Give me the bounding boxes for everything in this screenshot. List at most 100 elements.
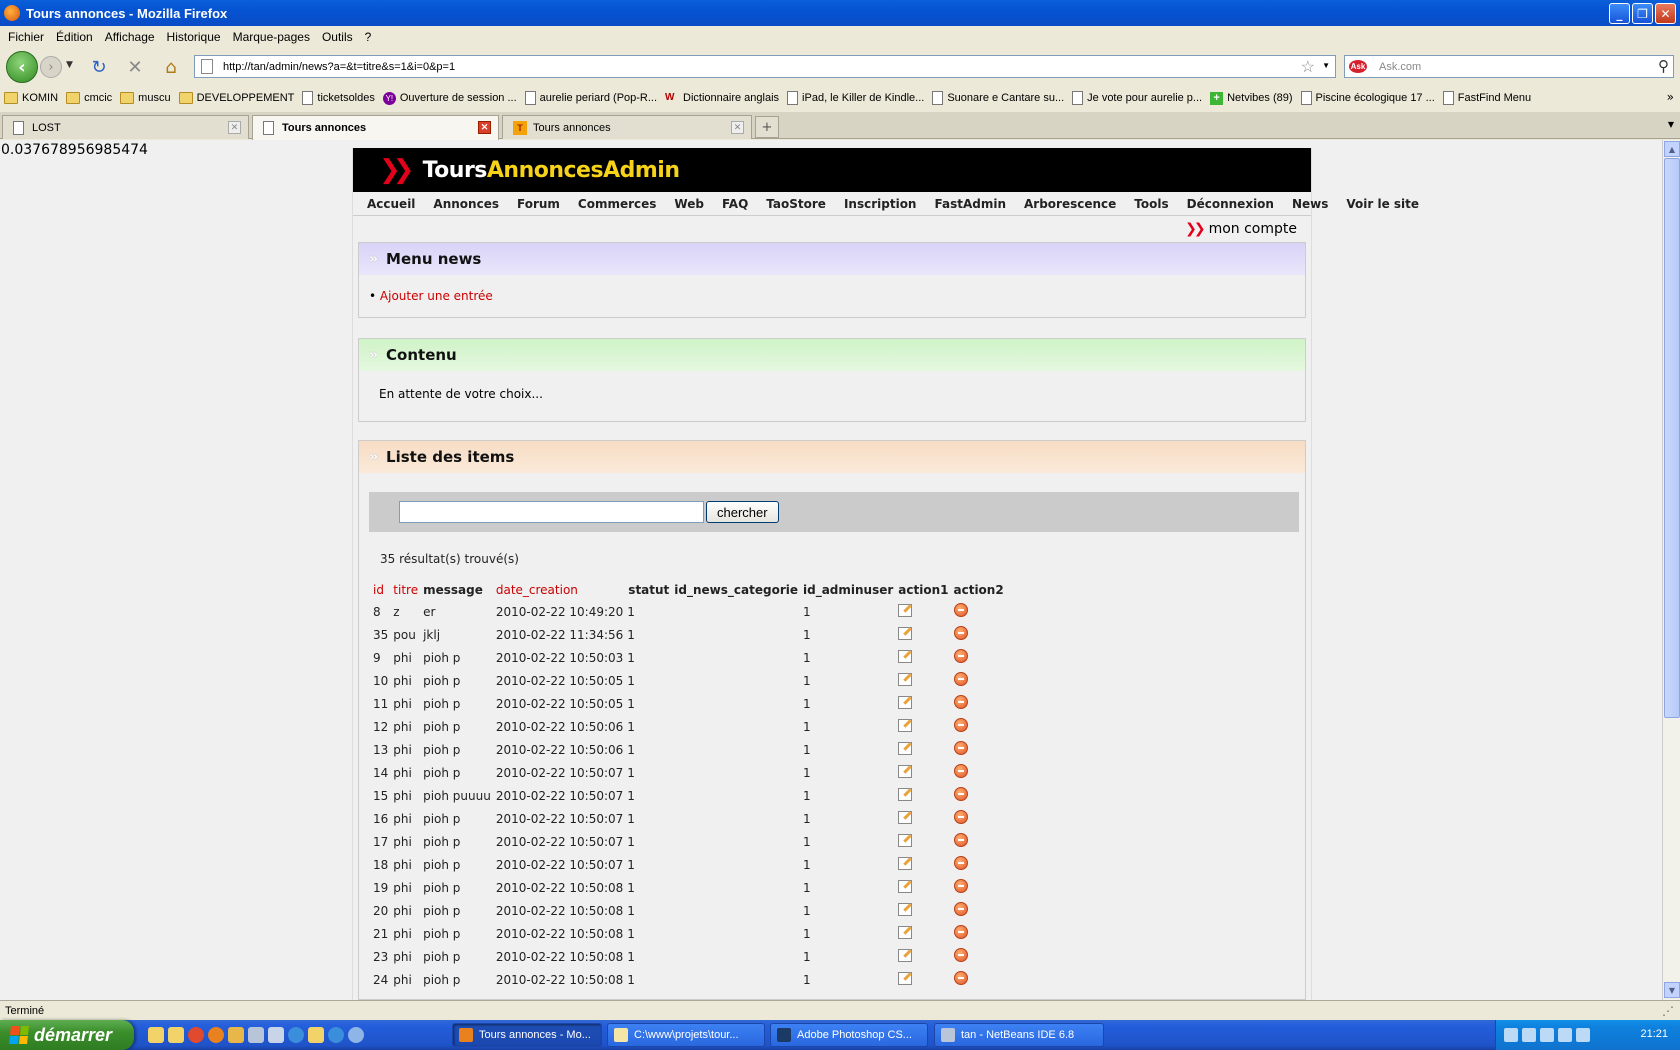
column-header-date-creation[interactable]: date_creation xyxy=(495,580,627,600)
bookmark-item[interactable]: W Dictionnaire anglais xyxy=(665,92,779,105)
edit-icon[interactable] xyxy=(898,902,913,916)
minimize-button[interactable]: _ xyxy=(1609,3,1630,24)
nav-item-annonces[interactable]: Annonces xyxy=(433,197,499,211)
search-button[interactable]: chercher xyxy=(706,501,779,523)
edit-icon[interactable] xyxy=(898,764,913,778)
delete-icon[interactable] xyxy=(953,741,968,755)
folder-icon[interactable] xyxy=(308,1027,324,1043)
close-tab-icon[interactable]: ✕ xyxy=(228,121,241,134)
search-icon[interactable]: ⚲ xyxy=(1658,57,1669,75)
url-bar[interactable]: http://tan/admin/news?a=&t=titre&s=1&i=0… xyxy=(194,55,1336,78)
forward-button[interactable]: › xyxy=(40,56,62,78)
nav-item-web[interactable]: Web xyxy=(674,197,704,211)
stop-icon[interactable]: ✕ xyxy=(124,56,146,78)
scroll-thumb[interactable] xyxy=(1664,158,1680,718)
edit-icon[interactable] xyxy=(898,718,913,732)
nav-item-voir-le-site[interactable]: Voir le site xyxy=(1346,197,1419,211)
bookmark-item[interactable]: muscu xyxy=(120,92,171,104)
taskbar-item[interactable]: Tours annonces - Mo... xyxy=(452,1023,602,1047)
close-tab-icon[interactable]: ✕ xyxy=(478,121,491,134)
taskbar-item[interactable]: Adobe Photoshop CS... xyxy=(770,1023,928,1047)
account-link[interactable]: mon compte xyxy=(1209,221,1297,237)
menu-item-2[interactable]: Affichage xyxy=(101,30,163,44)
delete-icon[interactable] xyxy=(953,856,968,870)
taskbar-item[interactable]: tan - NetBeans IDE 6.8 xyxy=(934,1023,1104,1047)
edit-icon[interactable] xyxy=(898,626,913,640)
delete-icon[interactable] xyxy=(953,787,968,801)
bookmark-item[interactable]: Je vote pour aurelie p... xyxy=(1072,91,1202,105)
bookmark-item[interactable]: DEVELOPPEMENT xyxy=(178,92,294,104)
nav-item-inscription[interactable]: Inscription xyxy=(844,197,917,211)
delete-icon[interactable] xyxy=(953,764,968,778)
edit-icon[interactable] xyxy=(898,833,913,847)
item-search-input[interactable] xyxy=(399,501,704,523)
edit-icon[interactable] xyxy=(898,672,913,686)
menu-item-4[interactable]: Marque-pages xyxy=(229,30,318,44)
delete-icon[interactable] xyxy=(953,879,968,893)
folder-icon[interactable] xyxy=(148,1027,164,1043)
firefox-icon[interactable] xyxy=(208,1027,224,1043)
edit-icon[interactable] xyxy=(898,948,913,962)
taskbar-item[interactable]: C:\www\projets\tour... xyxy=(607,1023,765,1047)
tools-icon[interactable] xyxy=(248,1027,264,1043)
edit-icon[interactable] xyxy=(898,695,913,709)
delete-icon[interactable] xyxy=(953,810,968,824)
close-tab-icon[interactable]: ✕ xyxy=(731,121,744,134)
edit-icon[interactable] xyxy=(898,879,913,893)
tray-arrow-icon[interactable] xyxy=(1504,1028,1518,1042)
nav-item-taostore[interactable]: TaoStore xyxy=(766,197,826,211)
bookmark-item[interactable]: iPad, le Killer de Kindle... xyxy=(787,91,924,105)
home-icon[interactable]: ⌂ xyxy=(160,56,182,78)
bookmark-item[interactable]: ticketsoldes xyxy=(302,91,375,105)
bookmark-item[interactable]: FastFind Menu xyxy=(1442,91,1531,105)
site-logo[interactable]: ToursAnnoncesAdmin xyxy=(423,158,680,183)
nav-item-forum[interactable]: Forum xyxy=(517,197,560,211)
menu-item-0[interactable]: Fichier xyxy=(4,30,52,44)
maximize-button[interactable]: ❐ xyxy=(1632,3,1653,24)
tray-app-icon[interactable] xyxy=(1540,1028,1554,1042)
edit-icon[interactable] xyxy=(898,741,913,755)
delete-icon[interactable] xyxy=(953,971,968,985)
folder-icon[interactable] xyxy=(168,1027,184,1043)
page-scrollbar[interactable]: ▲ ▼ xyxy=(1662,140,1680,1000)
bookmark-item[interactable]: Piscine écologique 17 ... xyxy=(1300,91,1435,105)
edit-icon[interactable] xyxy=(898,787,913,801)
nav-item-d-connexion[interactable]: Déconnexion xyxy=(1187,197,1274,211)
globe-icon[interactable] xyxy=(348,1027,364,1043)
nav-item-arborescence[interactable]: Arborescence xyxy=(1024,197,1116,211)
tab-tours-annonces-active[interactable]: Tours annonces ✕ xyxy=(252,115,499,140)
delete-icon[interactable] xyxy=(953,672,968,686)
search-bar[interactable]: Ask Ask.com ⚲ xyxy=(1344,55,1674,78)
start-button[interactable]: démarrer xyxy=(0,1020,134,1050)
nav-item-accueil[interactable]: Accueil xyxy=(367,197,415,211)
delete-icon[interactable] xyxy=(953,695,968,709)
delete-icon[interactable] xyxy=(953,833,968,847)
scroll-up-icon[interactable]: ▲ xyxy=(1664,141,1680,157)
user-icon[interactable] xyxy=(228,1027,244,1043)
history-dropdown-icon[interactable]: ▼ xyxy=(66,60,73,70)
column-header-id[interactable]: id xyxy=(372,580,392,600)
bookmark-item[interactable]: Suonare e Cantare su... xyxy=(932,91,1064,105)
nav-item-tools[interactable]: Tools xyxy=(1134,197,1168,211)
edit-icon[interactable] xyxy=(898,810,913,824)
nav-item-news[interactable]: News xyxy=(1292,197,1328,211)
ask-logo-icon[interactable]: Ask xyxy=(1349,60,1367,73)
ie-icon[interactable] xyxy=(328,1027,344,1043)
tab-tours-annonces[interactable]: T Tours annonces ✕ xyxy=(502,115,752,139)
delete-icon[interactable] xyxy=(953,718,968,732)
network-icon[interactable] xyxy=(1522,1028,1536,1042)
tab-lost[interactable]: LOST ✕ xyxy=(2,115,249,139)
back-button[interactable]: ‹ xyxy=(6,51,38,83)
chrome-icon[interactable] xyxy=(188,1027,204,1043)
bookmark-item[interactable]: cmcic xyxy=(66,92,112,104)
delete-icon[interactable] xyxy=(953,603,968,617)
resize-grip-icon[interactable]: ⋰ xyxy=(1662,1004,1674,1018)
edit-icon[interactable] xyxy=(898,603,913,617)
delete-icon[interactable] xyxy=(953,948,968,962)
edit-icon[interactable] xyxy=(898,856,913,870)
bookmark-item[interactable]: KOMIN xyxy=(4,92,58,104)
ie-icon[interactable] xyxy=(288,1027,304,1043)
delete-icon[interactable] xyxy=(953,925,968,939)
scroll-down-icon[interactable]: ▼ xyxy=(1664,982,1680,998)
menu-item-3[interactable]: Historique xyxy=(163,30,229,44)
